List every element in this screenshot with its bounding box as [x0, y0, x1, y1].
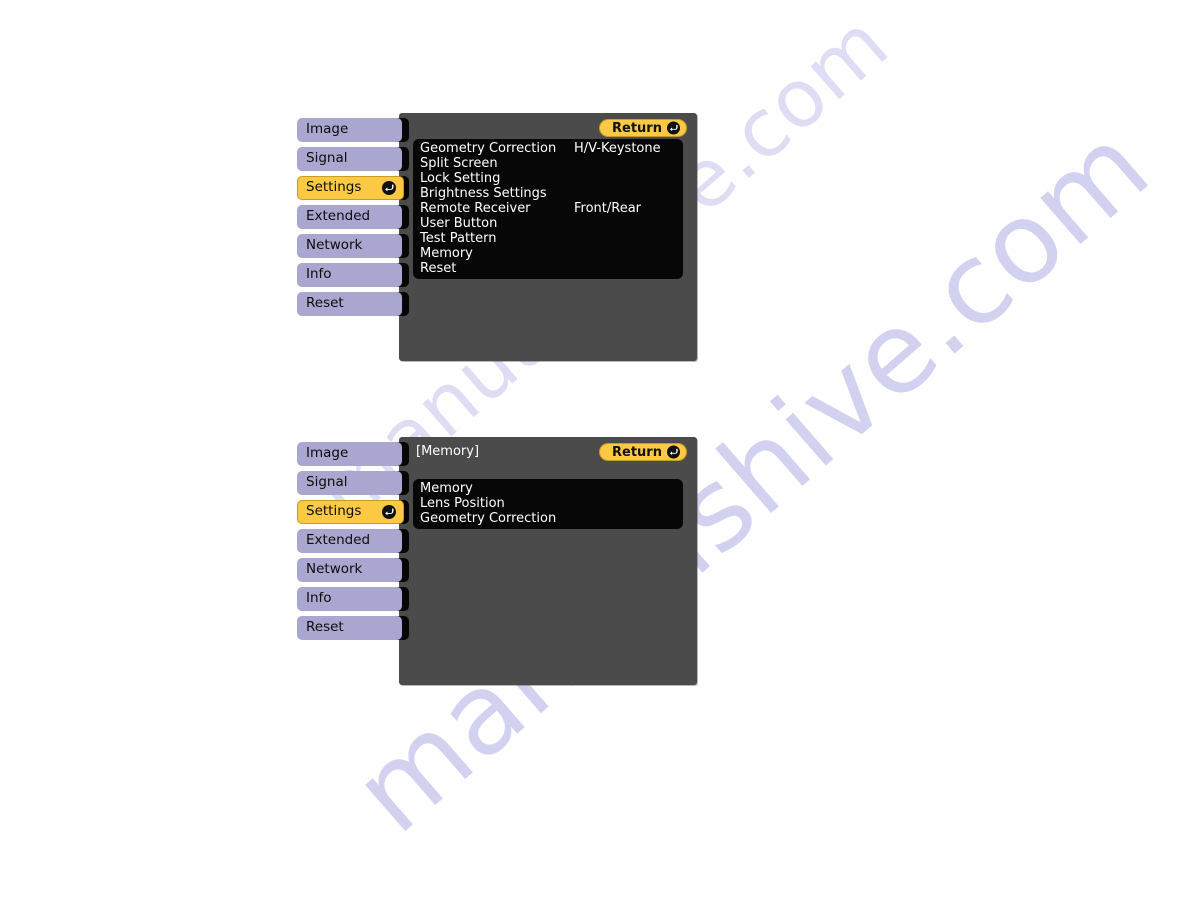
- sidebar-item-label: Signal: [306, 474, 348, 491]
- sidebar-item-info[interactable]: Info: [297, 587, 409, 611]
- menu-row-user-button[interactable]: User Button: [413, 216, 683, 231]
- sidebar-item-label: Info: [306, 266, 332, 283]
- menu-row-reset[interactable]: Reset: [413, 261, 683, 276]
- sidebar-item-label: Extended: [306, 532, 371, 549]
- menu-row-test-pattern[interactable]: Test Pattern: [413, 231, 683, 246]
- sidebar: Image Signal Settings Extended Network I…: [297, 442, 409, 645]
- sidebar-item-label: Reset: [306, 619, 344, 636]
- sidebar-item-label: Settings: [306, 179, 362, 196]
- osd-header: Return: [399, 119, 687, 139]
- menu-row-label: Memory: [420, 246, 473, 261]
- menu-row-label: Lens Position: [420, 496, 505, 511]
- sidebar-item-label: Reset: [306, 295, 344, 312]
- osd-panel: Return Geometry Correction H/V-Keystone …: [399, 113, 697, 361]
- osd-title: [Memory]: [416, 444, 480, 459]
- return-button[interactable]: Return: [599, 119, 687, 137]
- return-button[interactable]: Return: [599, 443, 687, 461]
- sidebar-item-extended[interactable]: Extended: [297, 205, 409, 229]
- enter-arrow-icon: [382, 505, 396, 519]
- menu-row-split-screen[interactable]: Split Screen: [413, 156, 683, 171]
- sidebar-item-signal[interactable]: Signal: [297, 471, 409, 495]
- enter-arrow-icon: [382, 181, 396, 195]
- sidebar-item-settings[interactable]: Settings: [297, 500, 409, 524]
- menu-row-label: Reset: [420, 261, 457, 276]
- menu-list: Geometry Correction H/V-Keystone Split S…: [413, 139, 683, 279]
- menu-row-label: Test Pattern: [420, 231, 497, 246]
- menu-row-label: Geometry Correction: [420, 511, 557, 526]
- return-button-label: Return: [612, 444, 662, 460]
- menu-row-label: Geometry Correction: [420, 141, 557, 156]
- return-button-label: Return: [612, 120, 662, 136]
- sidebar-item-extended[interactable]: Extended: [297, 529, 409, 553]
- osd-header: [Memory] Return: [399, 443, 687, 463]
- osd-screen-memory: [Memory] Return Memory Lens Position Geo…: [297, 437, 697, 685]
- menu-row-label: Lock Setting: [420, 171, 501, 186]
- menu-row-label: Remote Receiver: [420, 201, 531, 216]
- menu-row-label: Brightness Settings: [420, 186, 547, 201]
- osd-screen-settings: Return Geometry Correction H/V-Keystone …: [297, 113, 697, 361]
- sidebar-item-image[interactable]: Image: [297, 442, 409, 466]
- sidebar-item-network[interactable]: Network: [297, 558, 409, 582]
- enter-arrow-icon: [667, 121, 680, 135]
- sidebar-item-label: Image: [306, 121, 349, 138]
- menu-row-lock-setting[interactable]: Lock Setting: [413, 171, 683, 186]
- menu-row-lens-position[interactable]: Lens Position: [413, 496, 683, 511]
- sidebar-item-reset[interactable]: Reset: [297, 616, 409, 640]
- sidebar-item-label: Network: [306, 237, 363, 254]
- sidebar-item-label: Network: [306, 561, 363, 578]
- sidebar-item-image[interactable]: Image: [297, 118, 409, 142]
- menu-row-value: Front/Rear: [574, 201, 642, 216]
- menu-row-memory[interactable]: Memory: [413, 481, 683, 496]
- sidebar: Image Signal Settings Extended Network I…: [297, 118, 409, 321]
- menu-row-brightness-settings[interactable]: Brightness Settings: [413, 186, 683, 201]
- sidebar-item-label: Signal: [306, 150, 348, 167]
- sidebar-item-network[interactable]: Network: [297, 234, 409, 258]
- sidebar-item-label: Image: [306, 445, 349, 462]
- sidebar-item-signal[interactable]: Signal: [297, 147, 409, 171]
- osd-panel: [Memory] Return Memory Lens Position Geo…: [399, 437, 697, 685]
- menu-row-value: H/V-Keystone: [574, 141, 661, 156]
- enter-arrow-icon: [667, 445, 680, 459]
- sidebar-item-label: Info: [306, 590, 332, 607]
- sidebar-item-settings[interactable]: Settings: [297, 176, 409, 200]
- menu-row-geometry-correction[interactable]: Geometry Correction H/V-Keystone: [413, 141, 683, 156]
- menu-row-geometry-correction[interactable]: Geometry Correction: [413, 511, 683, 526]
- menu-row-label: Split Screen: [420, 156, 498, 171]
- sidebar-item-label: Settings: [306, 503, 362, 520]
- menu-row-label: Memory: [420, 481, 473, 496]
- menu-row-remote-receiver[interactable]: Remote Receiver Front/Rear: [413, 201, 683, 216]
- menu-row-memory[interactable]: Memory: [413, 246, 683, 261]
- menu-list: Memory Lens Position Geometry Correction: [413, 479, 683, 529]
- menu-row-label: User Button: [420, 216, 498, 231]
- sidebar-item-label: Extended: [306, 208, 371, 225]
- sidebar-item-info[interactable]: Info: [297, 263, 409, 287]
- sidebar-item-reset[interactable]: Reset: [297, 292, 409, 316]
